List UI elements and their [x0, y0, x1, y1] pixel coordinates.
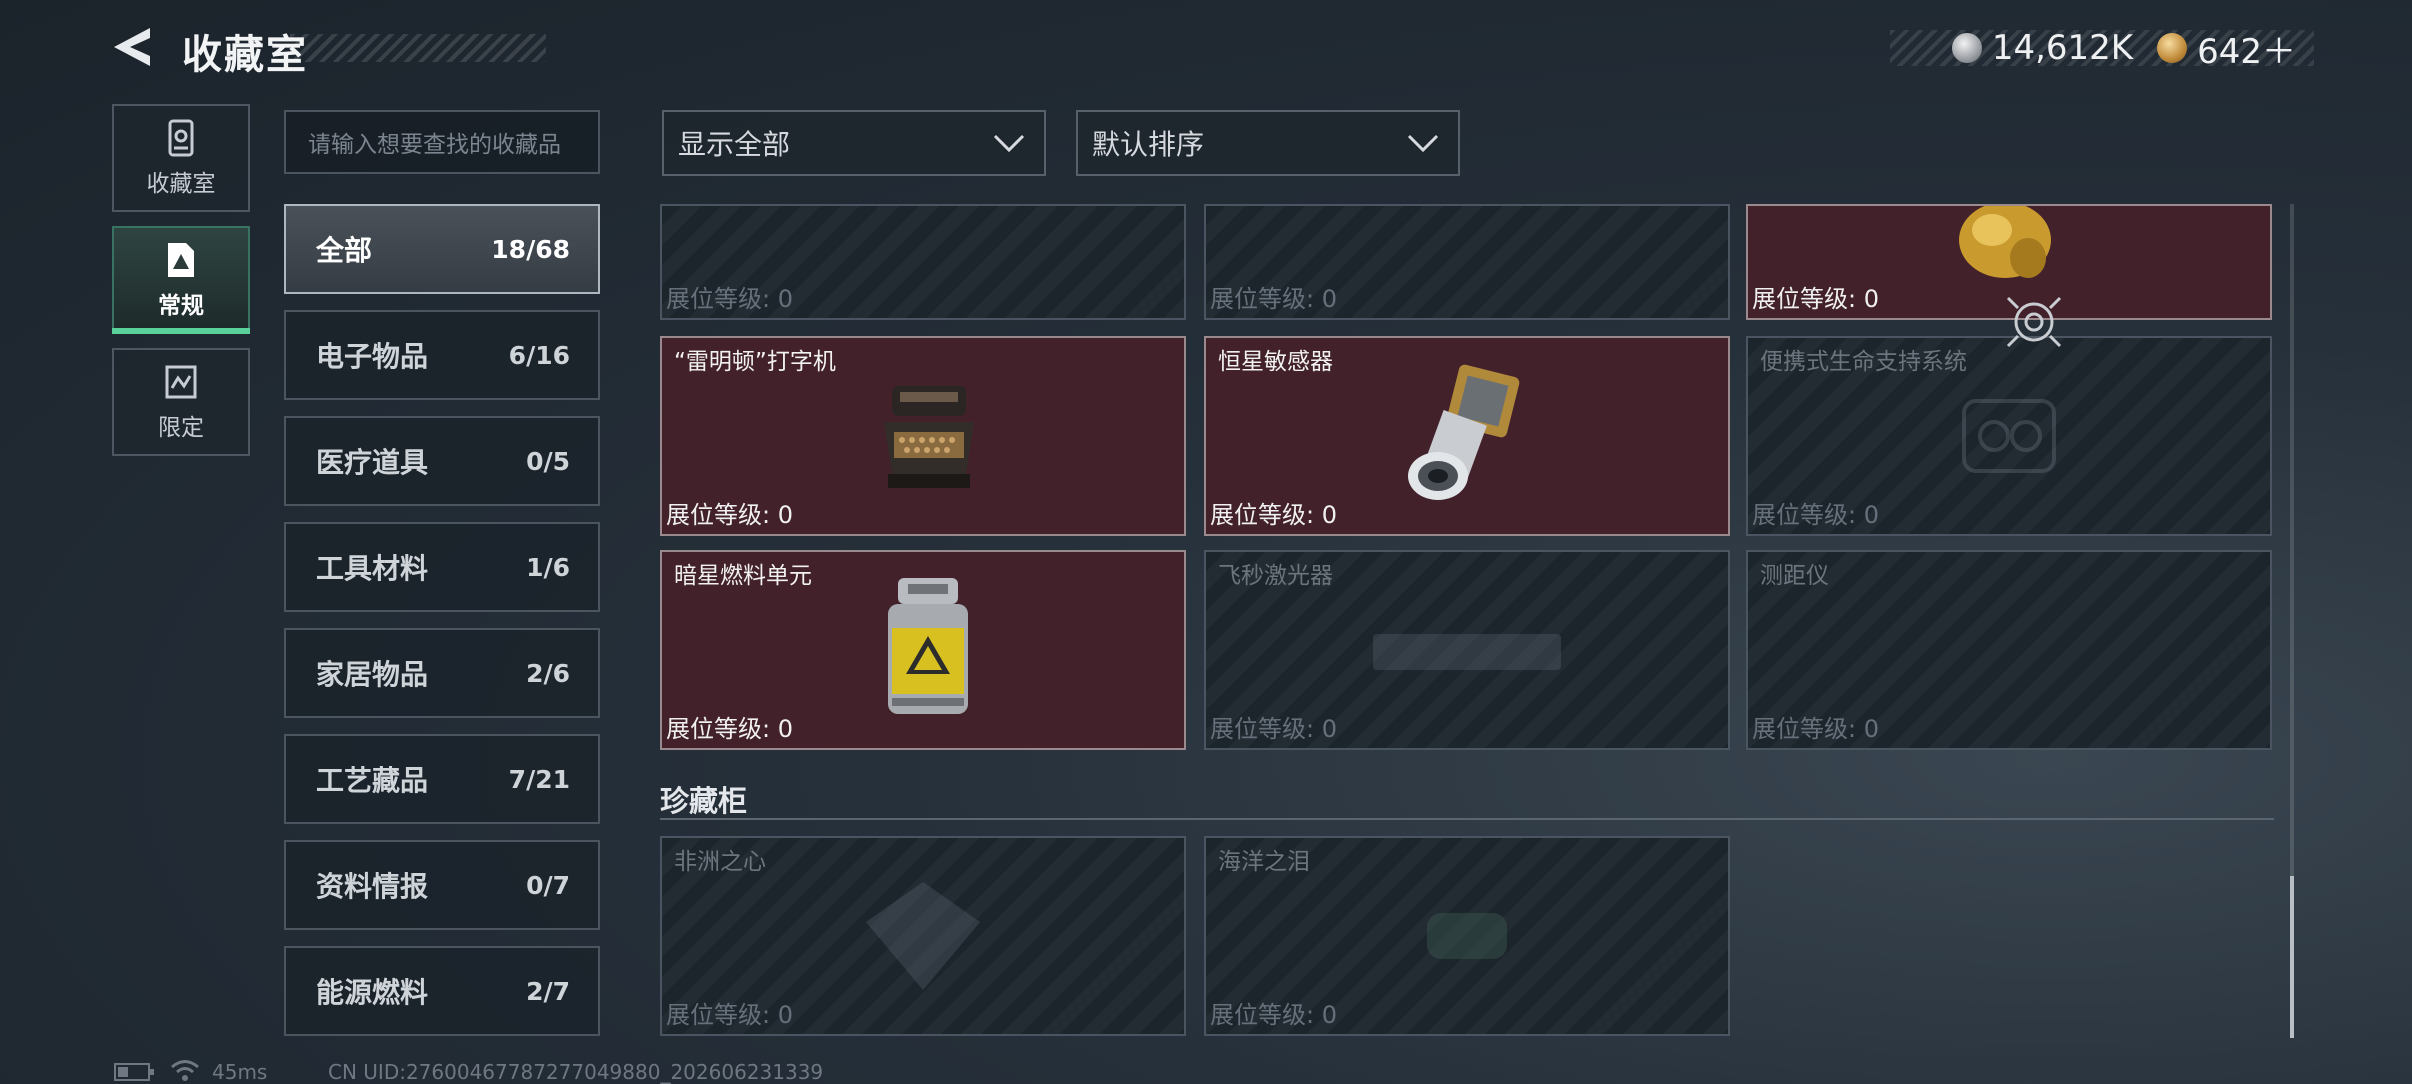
booth-level: 展位等级: 0 — [666, 501, 793, 529]
collection-card[interactable]: 飞秒激光器 展位等级: 0 — [1204, 550, 1730, 750]
category-count: 0/7 — [526, 870, 570, 900]
item-name: 暗星燃料单元 — [674, 563, 812, 589]
section-divider — [660, 818, 2274, 820]
collection-card[interactable]: 恒星敏感器 展位等级: 0 — [1204, 336, 1730, 536]
category-count: 18/68 — [491, 234, 570, 264]
scrollbar-thumb[interactable] — [2290, 876, 2294, 1038]
chevron-down-icon — [1407, 134, 1439, 153]
item-name: 非洲之心 — [674, 849, 766, 875]
currency-bar: 14,612K 642＋ — [1890, 28, 2314, 72]
fuel-canister-icon — [888, 578, 968, 714]
dropdown-value: 显示全部 — [678, 128, 791, 161]
booth-level: 展位等级: 0 — [1752, 715, 1879, 743]
collection-card[interactable]: 展位等级: 0 — [1204, 204, 1730, 320]
booth-level: 展位等级: 0 — [1752, 285, 1879, 313]
life-support-silhouette-icon — [1962, 399, 2056, 473]
category-name: 能源燃料 — [316, 976, 429, 1009]
item-name: 飞秒激光器 — [1218, 563, 1333, 589]
item-name: “雷明顿”打字机 — [674, 349, 836, 375]
category-energy[interactable]: 能源燃料 2/7 — [284, 946, 600, 1036]
category-name: 电子物品 — [316, 340, 429, 373]
ping-value: 45ms — [212, 1060, 268, 1084]
chevron-down-icon — [993, 134, 1025, 153]
collection-card[interactable]: 便携式生命支持系统 展位等级: 0 — [1746, 336, 2272, 536]
gold-coin-icon — [2157, 33, 2188, 63]
sort-dropdown[interactable]: 默认排序 — [1076, 110, 1460, 176]
collection-card[interactable]: 暗星燃料单元 展位等级: 0 — [660, 550, 1186, 750]
category-count: 6/16 — [508, 340, 570, 370]
booth-level: 展位等级: 0 — [666, 715, 793, 743]
category-electronics[interactable]: 电子物品 6/16 — [284, 310, 600, 400]
category-count: 2/7 — [526, 976, 570, 1006]
collection-card[interactable]: 测距仪 展位等级: 0 — [1746, 550, 2272, 750]
gold-currency-value[interactable]: 642＋ — [2197, 24, 2296, 73]
section-title-treasure: 珍藏柜 — [660, 784, 748, 818]
nav-label: 限定 — [158, 415, 204, 441]
item-name: 恒星敏感器 — [1218, 349, 1333, 375]
uid-text: CN UID:27600467787277049880_202606231339 — [328, 1060, 824, 1084]
item-name: 便携式生命支持系统 — [1760, 349, 1967, 375]
tear-of-ocean-silhouette-icon — [1427, 913, 1507, 959]
booth-level: 展位等级: 0 — [666, 1001, 793, 1029]
collection-card[interactable]: 展位等级: 0 — [660, 204, 1186, 320]
category-name: 家居物品 — [316, 658, 429, 691]
silver-currency-value: 14,612K — [1991, 28, 2134, 68]
dropdown-value: 默认排序 — [1092, 128, 1205, 161]
treasure-card[interactable]: 非洲之心 展位等级: 0 — [660, 836, 1186, 1036]
category-count: 1/6 — [526, 552, 570, 582]
booth-level: 展位等级: 0 — [666, 285, 793, 313]
star-sensor-icon — [1408, 364, 1520, 500]
booth-level: 展位等级: 0 — [1210, 1001, 1337, 1029]
typewriter-icon — [884, 386, 974, 488]
category-crafts[interactable]: 工艺藏品 7/21 — [284, 734, 600, 824]
category-count: 7/21 — [508, 764, 570, 794]
category-count: 0/5 — [526, 446, 570, 476]
search-input[interactable]: 请输入想要查找的收藏品 — [284, 110, 600, 174]
wifi-icon — [171, 1060, 199, 1081]
category-tools[interactable]: 工具材料 1/6 — [284, 522, 600, 612]
booth-level: 展位等级: 0 — [1210, 501, 1337, 529]
category-name: 全部 — [316, 234, 373, 267]
item-name: 海洋之泪 — [1218, 849, 1310, 875]
silver-coin-icon — [1951, 33, 1982, 63]
category-name: 医疗道具 — [316, 446, 429, 479]
category-name: 工艺藏品 — [316, 764, 429, 797]
nav-regular[interactable]: 常规 — [112, 226, 250, 334]
nav-limited[interactable]: 限定 — [112, 348, 250, 456]
title-decoration — [290, 34, 546, 62]
booth-level: 展位等级: 0 — [1752, 501, 1879, 529]
laser-silhouette-icon — [1373, 634, 1561, 670]
collection-card[interactable]: “雷明顿”打字机 展位等级: 0 — [660, 336, 1186, 536]
nav-label: 收藏室 — [146, 171, 216, 197]
category-name: 资料情报 — [316, 870, 429, 903]
limited-icon — [165, 365, 197, 399]
category-count: 2/6 — [526, 658, 570, 688]
nav-label: 常规 — [158, 293, 204, 319]
display-filter-dropdown[interactable]: 显示全部 — [662, 110, 1046, 176]
collection-room-icon — [168, 119, 194, 157]
heart-of-africa-silhouette-icon — [866, 882, 980, 990]
category-all[interactable]: 全部 18/68 — [284, 204, 600, 294]
category-name: 工具材料 — [316, 552, 429, 585]
back-arrow-icon[interactable] — [110, 24, 156, 70]
category-medical[interactable]: 医疗道具 0/5 — [284, 416, 600, 506]
category-intel[interactable]: 资料情报 0/7 — [284, 840, 600, 930]
golden-statue-icon — [1959, 206, 2051, 278]
item-name: 测距仪 — [1760, 563, 1829, 589]
regular-icon — [168, 243, 194, 277]
category-household[interactable]: 家居物品 2/6 — [284, 628, 600, 718]
booth-level: 展位等级: 0 — [1210, 285, 1337, 313]
target-reticle-icon — [2006, 296, 2062, 348]
battery-icon — [114, 1063, 154, 1081]
booth-level: 展位等级: 0 — [1210, 715, 1337, 743]
nav-collection-room[interactable]: 收藏室 — [112, 104, 250, 212]
treasure-card[interactable]: 海洋之泪 展位等级: 0 — [1204, 836, 1730, 1036]
